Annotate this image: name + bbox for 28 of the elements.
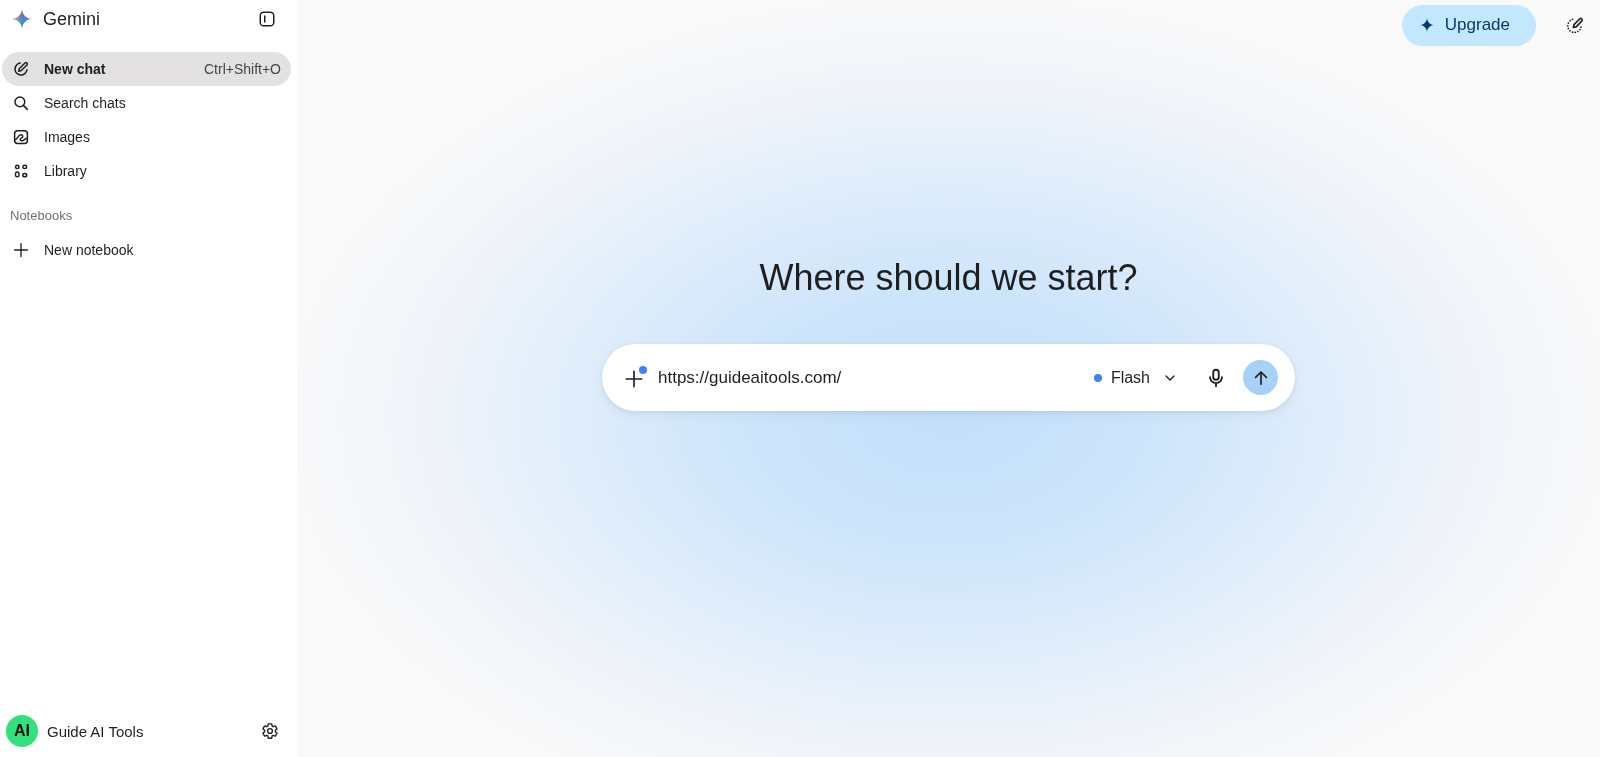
- image-icon: [12, 128, 30, 146]
- brand-name: Gemini: [43, 8, 101, 30]
- prompt-input[interactable]: https://guideaitools.com/: [658, 365, 1086, 390]
- dot-icon: [1093, 373, 1102, 382]
- account-name: Guide AI Tools: [47, 722, 145, 740]
- send-button[interactable]: [1243, 360, 1278, 395]
- sidebar-item[interactable]: Search chats: [2, 86, 291, 120]
- panel-icon: [258, 10, 276, 28]
- upgrade-button[interactable]: Upgrade: [1401, 4, 1536, 46]
- sidebar-toggle-button[interactable]: [258, 10, 276, 28]
- search-icon: [12, 94, 30, 112]
- sidebar-item[interactable]: Images: [2, 120, 291, 154]
- settings-icon: [261, 722, 279, 740]
- add-button[interactable]: [623, 365, 647, 390]
- shapes-icon: [12, 162, 30, 180]
- keyboard-shortcut: Ctrl+Shift+O: [203, 61, 281, 77]
- model-selector[interactable]: Flash: [1085, 359, 1186, 396]
- avatar: AI: [6, 715, 38, 747]
- settings-button[interactable]: [261, 722, 279, 740]
- new-notebook-item[interactable]: New notebook: [2, 233, 291, 267]
- pencil-circle-icon: [12, 60, 30, 78]
- greeting-heading: Where should we start?: [759, 256, 1138, 300]
- dotted-circle-pencil-icon: [1565, 15, 1585, 35]
- dotted-edit-button[interactable]: [1565, 15, 1585, 35]
- plus-icon: [12, 241, 30, 259]
- section-label: Notebooks: [9, 208, 74, 224]
- sidebar-item[interactable]: New chat Ctrl+Shift+O: [2, 52, 291, 86]
- sidebar-item[interactable]: Library: [2, 154, 291, 188]
